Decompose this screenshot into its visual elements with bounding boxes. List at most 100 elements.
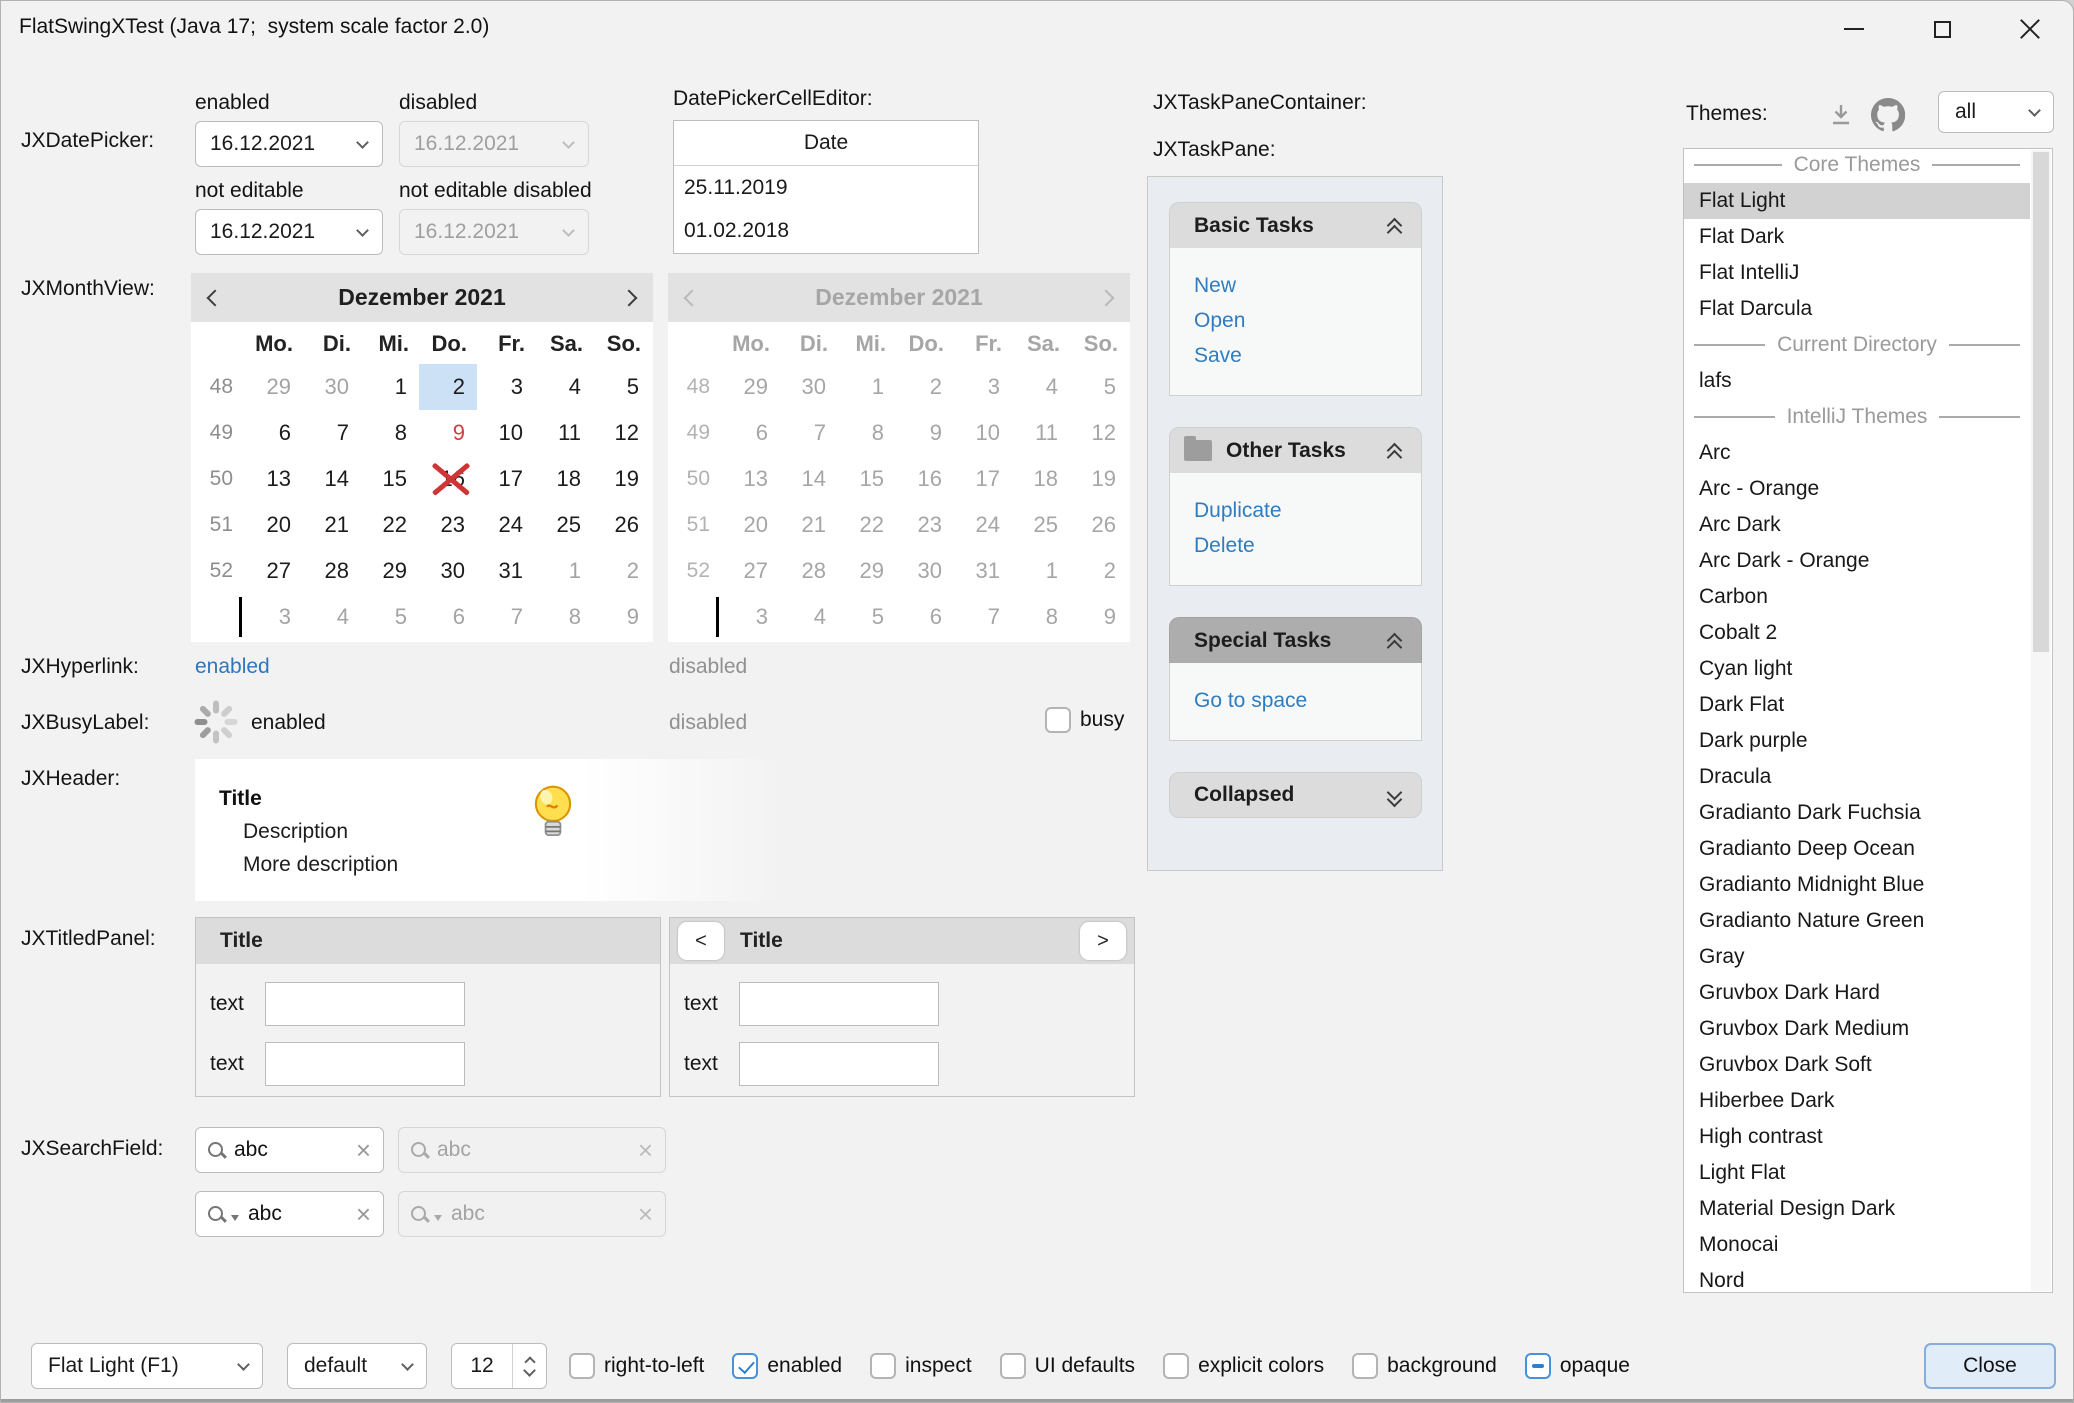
search-menu-arrow-icon[interactable]	[231, 1215, 239, 1221]
checkbox-icon[interactable]	[1163, 1353, 1189, 1379]
calendar-day[interactable]: 24	[477, 502, 535, 548]
laf-combobox[interactable]: Flat Light (F1)	[31, 1343, 263, 1389]
calendar-day[interactable]: 8	[535, 594, 593, 640]
checkbox-icon[interactable]	[569, 1353, 595, 1379]
checkbox-explicit-colors[interactable]: explicit colors	[1163, 1353, 1324, 1379]
text-field[interactable]	[739, 1042, 939, 1086]
calendar-day[interactable]: 2	[593, 548, 651, 594]
calendar-day[interactable]: 7	[303, 410, 361, 456]
calendar-day[interactable]: 30	[303, 364, 361, 410]
calendar-day[interactable]: 6	[245, 410, 303, 456]
checkbox-busy[interactable]: busy	[1045, 707, 1124, 733]
next-month-icon[interactable]	[621, 289, 638, 306]
theme-item[interactable]: Dracula	[1684, 759, 2030, 795]
checkbox-right-to-left[interactable]: right-to-left	[569, 1353, 704, 1379]
theme-item[interactable]: Flat Darcula	[1684, 291, 2030, 327]
calendar-day[interactable]: 18	[535, 456, 593, 502]
minimize-button[interactable]	[1822, 3, 1886, 55]
searchfield-enabled[interactable]: ×	[195, 1127, 384, 1173]
calendar-day[interactable]: 26	[593, 502, 651, 548]
theme-item[interactable]: Carbon	[1684, 579, 2030, 615]
taskpane-header[interactable]: Special Tasks	[1169, 617, 1422, 663]
calendar-day[interactable]: 29	[361, 548, 419, 594]
calendar-day[interactable]: 4	[535, 364, 593, 410]
theme-item[interactable]: Arc Dark - Orange	[1684, 543, 2030, 579]
table-row[interactable]: 25.11.2019	[674, 166, 978, 209]
calendar-day[interactable]: 14	[303, 456, 361, 502]
search-input[interactable]	[248, 1202, 347, 1226]
theme-item[interactable]: Gruvbox Dark Medium	[1684, 1011, 2030, 1047]
clear-icon[interactable]: ×	[356, 1201, 371, 1227]
text-field[interactable]	[265, 982, 465, 1026]
calendar-day[interactable]: 9	[419, 410, 477, 456]
theme-item[interactable]: Monocai	[1684, 1227, 2030, 1263]
themes-filter-combobox[interactable]: all	[1938, 91, 2054, 133]
calendar-day[interactable]: 11	[535, 410, 593, 456]
calendar-day[interactable]: 21	[303, 502, 361, 548]
theme-item[interactable]: Flat IntelliJ	[1684, 255, 2030, 291]
theme-item[interactable]: Gradianto Nature Green	[1684, 903, 2030, 939]
text-field[interactable]	[739, 982, 939, 1026]
calendar-day[interactable]: 3	[477, 364, 535, 410]
calendar-day[interactable]: 25	[535, 502, 593, 548]
theme-item[interactable]: Hiberbee Dark	[1684, 1083, 2030, 1119]
theme-item[interactable]: Gradianto Deep Ocean	[1684, 831, 2030, 867]
theme-item[interactable]: Gruvbox Dark Soft	[1684, 1047, 2030, 1083]
calendar-day[interactable]: 15	[361, 456, 419, 502]
theme-item[interactable]: Dark purple	[1684, 723, 2030, 759]
theme-item[interactable]: Gruvbox Dark Hard	[1684, 975, 2030, 1011]
previous-month-icon[interactable]	[207, 289, 224, 306]
checkbox-opaque[interactable]: opaque	[1525, 1353, 1630, 1379]
task-link[interactable]: New	[1194, 268, 1421, 303]
calendar-day[interactable]: 12	[593, 410, 651, 456]
datepicker-not-editable[interactable]: 16.12.2021	[195, 209, 383, 255]
hyperlink-enabled[interactable]: enabled	[195, 655, 270, 679]
calendar-day[interactable]: 1	[535, 548, 593, 594]
calendar-day[interactable]: 19	[593, 456, 651, 502]
datepicker-value[interactable]: 16.12.2021	[196, 122, 342, 166]
scrollbar-thumb[interactable]	[2033, 152, 2049, 652]
calendar-day[interactable]: 22	[361, 502, 419, 548]
checkbox-icon[interactable]	[1000, 1353, 1026, 1379]
task-link[interactable]: Go to space	[1194, 683, 1421, 718]
datepicker-dropdown-button[interactable]	[342, 122, 382, 166]
theme-item[interactable]: Gradianto Midnight Blue	[1684, 867, 2030, 903]
checkbox-icon[interactable]	[1045, 707, 1071, 733]
calendar-day[interactable]: 17	[477, 456, 535, 502]
theme-item[interactable]: Nord	[1684, 1263, 2030, 1293]
calendar-day[interactable]: 13	[245, 456, 303, 502]
theme-item[interactable]: Flat Light	[1684, 183, 2030, 219]
titledpanel-prev-button[interactable]: <	[678, 922, 724, 960]
calendar-day[interactable]: 29	[245, 364, 303, 410]
theme-item[interactable]: Arc	[1684, 435, 2030, 471]
font-size-spinner[interactable]: 12	[451, 1343, 547, 1389]
checkbox-enabled[interactable]: enabled	[732, 1353, 842, 1379]
checkbox-inspect[interactable]: inspect	[870, 1353, 972, 1379]
theme-item[interactable]: Arc Dark	[1684, 507, 2030, 543]
theme-item[interactable]: Gradianto Dark Fuchsia	[1684, 795, 2030, 831]
theme-item[interactable]: lafs	[1684, 363, 2030, 399]
theme-item[interactable]: Light Flat	[1684, 1155, 2030, 1191]
checkbox-background[interactable]: background	[1352, 1353, 1497, 1379]
github-button[interactable]	[1869, 96, 1907, 134]
theme-item[interactable]: Cobalt 2	[1684, 615, 2030, 651]
calendar-day[interactable]: 5	[361, 594, 419, 640]
checkbox-UI-defaults[interactable]: UI defaults	[1000, 1353, 1135, 1379]
calendar-day[interactable]: 2	[419, 364, 477, 410]
maximize-button[interactable]	[1910, 3, 1974, 55]
clear-icon[interactable]: ×	[356, 1137, 371, 1163]
scrollbar[interactable]	[2031, 150, 2051, 1291]
theme-item[interactable]: High contrast	[1684, 1119, 2030, 1155]
task-link[interactable]: Open	[1194, 303, 1421, 338]
calendar-day[interactable]: 10	[477, 410, 535, 456]
calendar-day[interactable]: 5	[593, 364, 651, 410]
calendar-day[interactable]: 3	[245, 594, 303, 640]
theme-item[interactable]: Gray	[1684, 939, 2030, 975]
checkbox-checked-icon[interactable]	[732, 1353, 758, 1379]
scale-combobox[interactable]: default	[287, 1343, 427, 1389]
calendar-day[interactable]: 31	[477, 548, 535, 594]
task-link[interactable]: Save	[1194, 338, 1421, 373]
theme-item[interactable]: Material Design Dark	[1684, 1191, 2030, 1227]
spinner-buttons[interactable]	[512, 1344, 546, 1388]
datepicker-dropdown-button[interactable]	[342, 210, 382, 254]
